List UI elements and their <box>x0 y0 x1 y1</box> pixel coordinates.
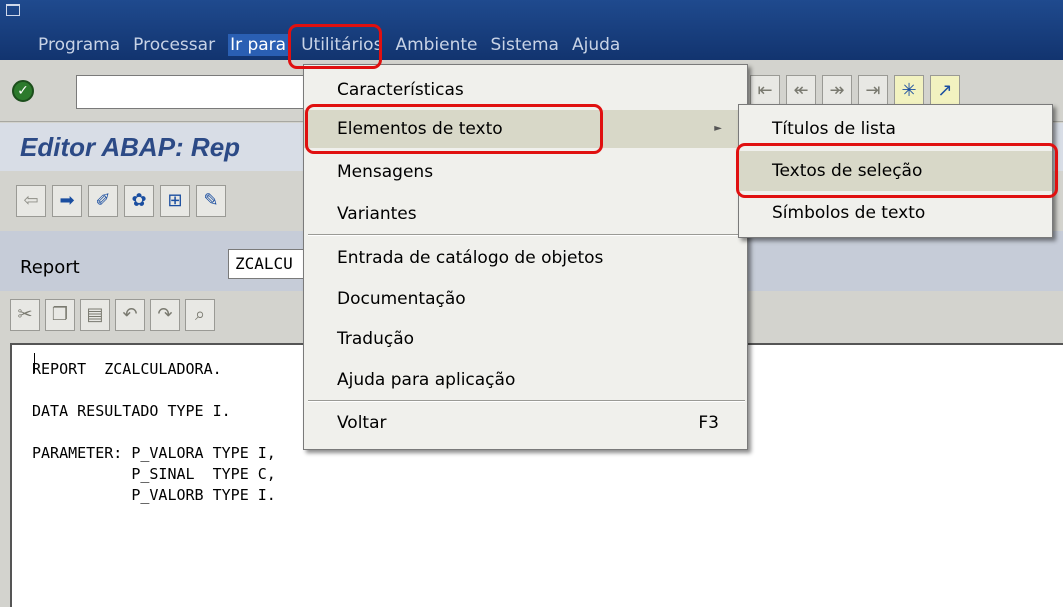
cut-icon[interactable]: ✂ <box>10 299 40 331</box>
menu-item-label: Mensagens <box>337 162 434 182</box>
submenu-item-label: Símbolos de texto <box>772 203 926 223</box>
check-syntax-icon[interactable]: ✐ <box>88 185 118 217</box>
redo-icon[interactable]: ↷ <box>150 299 180 331</box>
paste-icon[interactable]: ▤ <box>80 299 110 331</box>
highlight-ir-para <box>288 24 382 69</box>
menu-item-ajuda-aplicacao[interactable]: Ajuda para aplicação <box>304 361 747 399</box>
copy-icon[interactable]: ❐ <box>45 299 75 331</box>
menu-item-label: Entrada de catálogo de objetos <box>337 248 604 268</box>
menu-ajuda[interactable]: Ajuda <box>572 34 620 56</box>
menu-item-label: Ajuda para aplicação <box>337 370 516 390</box>
menu-item-label: Voltar <box>337 413 387 433</box>
first-page-icon[interactable]: ⇤ <box>750 75 780 107</box>
menu-item-label: Variantes <box>337 204 417 224</box>
highlight-elementos-de-texto <box>305 104 603 154</box>
menu-separator <box>308 234 745 236</box>
checkmark-icon[interactable]: ✓ <box>12 80 34 102</box>
menu-item-voltar[interactable]: Voltar F3 <box>304 404 747 442</box>
back-icon[interactable]: ⇦ <box>16 185 46 217</box>
previous-page-icon[interactable]: ↞ <box>786 75 816 107</box>
editor-toolbar-icons: ✂ ❐ ▤ ↶ ↷ ⌕ <box>10 299 215 331</box>
system-menu-icon[interactable] <box>6 4 20 16</box>
menu-item-label: Documentação <box>337 289 466 309</box>
submenu-arrow-icon: ► <box>714 123 722 134</box>
app-toolbar-icons: ⇦ ➡ ✐ ✿ ⊞ ✎ <box>16 185 226 217</box>
shortcut-key: F3 <box>698 413 719 433</box>
menu-separator <box>308 400 745 402</box>
page-title: Editor ABAP: Rep <box>20 132 241 162</box>
report-label: Report <box>20 257 80 278</box>
menu-ir-para[interactable]: Ir para <box>228 34 289 56</box>
find-icon[interactable]: ⌕ <box>185 299 215 331</box>
next-page-icon[interactable]: ↠ <box>822 75 852 107</box>
submenu-item-label: Títulos de lista <box>772 119 896 139</box>
menu-item-documentacao[interactable]: Documentação <box>304 280 747 318</box>
last-page-icon[interactable]: ⇥ <box>858 75 888 107</box>
display-change-icon[interactable]: ✎ <box>196 185 226 217</box>
toolbar-icons: ⇤ ↞ ↠ ⇥ ✳ ↗ <box>750 75 960 107</box>
menu-item-traducao[interactable]: Tradução <box>304 320 747 358</box>
shortcut-icon[interactable]: ↗ <box>930 75 960 107</box>
command-field[interactable] <box>76 75 306 109</box>
menu-processar[interactable]: Processar <box>133 34 215 56</box>
report-name-field[interactable]: ZCALCU <box>228 249 308 279</box>
menu-bar: Programa Processar Ir para Utilitários A… <box>0 0 1063 60</box>
forward-icon[interactable]: ➡ <box>52 185 82 217</box>
menu-ambiente[interactable]: Ambiente <box>395 34 477 56</box>
menu-item-catalogo-objetos[interactable]: Entrada de catálogo de objetos <box>304 239 747 277</box>
menu-item-label: Características <box>337 80 464 100</box>
menu-item-mensagens[interactable]: Mensagens <box>304 153 747 191</box>
menu-item-label: Tradução <box>337 329 415 349</box>
undo-icon[interactable]: ↶ <box>115 299 145 331</box>
menu-programa[interactable]: Programa <box>38 34 120 56</box>
highlight-textos-de-selecao <box>736 143 1058 198</box>
test-icon[interactable]: ⊞ <box>160 185 190 217</box>
menu-sistema[interactable]: Sistema <box>491 34 559 56</box>
submenu-item-simbolos-de-texto[interactable]: Símbolos de texto <box>739 193 1052 233</box>
source-code: REPORT ZCALCULADORA. DATA RESULTADO TYPE… <box>32 360 276 504</box>
activate-icon[interactable]: ✿ <box>124 185 154 217</box>
menu-item-variantes[interactable]: Variantes <box>304 195 747 233</box>
new-session-icon[interactable]: ✳ <box>894 75 924 107</box>
